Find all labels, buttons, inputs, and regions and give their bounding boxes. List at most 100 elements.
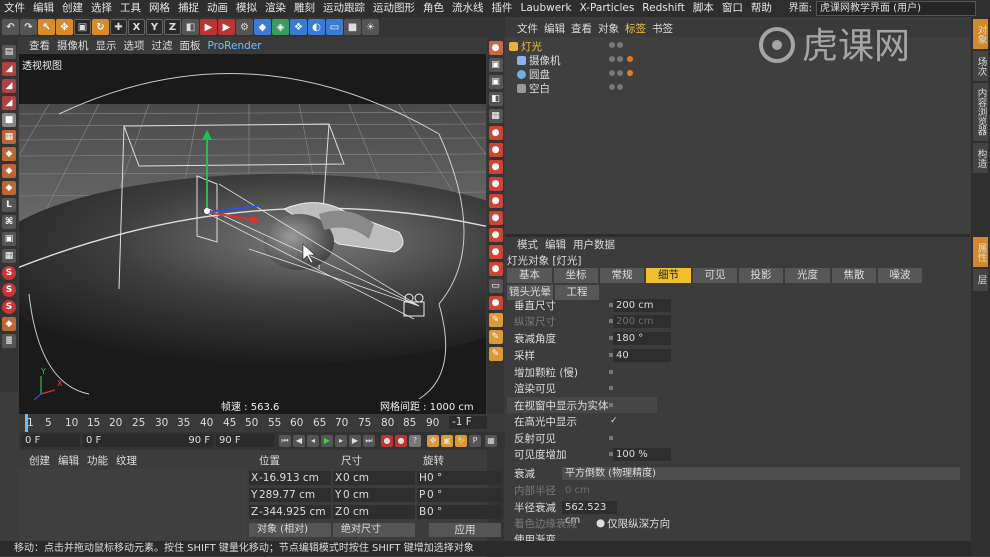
menu-mograph[interactable]: 运动图形 xyxy=(369,0,419,17)
next-key-icon[interactable]: ▶ xyxy=(349,435,361,447)
tab-caustics[interactable]: 焦散 xyxy=(832,268,876,283)
tool-a-icon[interactable]: ● xyxy=(488,41,503,55)
menu-snap[interactable]: 捕捉 xyxy=(174,0,203,17)
material-tag-icon[interactable] xyxy=(627,70,633,76)
tab-details[interactable]: 细节 xyxy=(646,268,691,283)
rot-h-field[interactable]: H0 ° xyxy=(417,471,502,485)
om-menu-edit[interactable]: 编辑 xyxy=(544,21,565,36)
pos-y-field[interactable]: Y 289.77 cm xyxy=(249,488,331,502)
tool-c-icon[interactable]: ▣ xyxy=(488,75,503,89)
om-menu-file[interactable]: 文件 xyxy=(517,21,538,36)
render-view-icon[interactable]: ▶ xyxy=(218,19,235,35)
mat-menu-edit[interactable]: 编辑 xyxy=(58,453,79,468)
object-flags[interactable] xyxy=(609,70,627,78)
object-flags[interactable] xyxy=(609,42,627,50)
tool-s-icon[interactable]: ✎ xyxy=(488,347,503,361)
size-z-field[interactable]: Z0 cm xyxy=(333,505,415,519)
coordinate-system-icon[interactable]: ◧ xyxy=(182,19,199,35)
scale-icon[interactable]: ▣ xyxy=(74,19,91,35)
om-menu-tags[interactable]: 标签 xyxy=(625,21,646,36)
workplane-icon[interactable]: ◢ xyxy=(2,96,16,110)
coord-mode-dropdown[interactable]: 对象 (相对) xyxy=(249,523,331,537)
menu-tools[interactable]: 工具 xyxy=(116,0,145,17)
model-mode-icon[interactable]: ◢ xyxy=(2,62,16,76)
menu-redshift[interactable]: Redshift xyxy=(638,0,689,17)
polygons-mode-icon[interactable]: ◆ xyxy=(2,147,16,161)
undo-icon[interactable]: ↶ xyxy=(2,19,19,35)
camera-icon[interactable]: ■ xyxy=(344,19,361,35)
side-tab-structure[interactable]: 构造 xyxy=(973,143,988,173)
axis-y-button[interactable]: Y xyxy=(146,19,163,35)
axis-x-button[interactable]: X xyxy=(128,19,145,35)
enable-axis-icon[interactable]: L xyxy=(2,198,16,212)
samples-field[interactable]: 40 xyxy=(613,348,671,362)
perspective-viewport[interactable]: 透视视图 Y X 帧速 : 563.6 网格间距 : 1000 cm xyxy=(19,54,486,414)
apply-button[interactable]: 应用 xyxy=(429,523,501,537)
prev-frame-icon[interactable]: ◂ xyxy=(307,435,319,447)
menu-edit[interactable]: 编辑 xyxy=(29,0,58,17)
keyframe-sel-icon[interactable]: ? xyxy=(409,435,421,447)
next-frame-icon[interactable]: ▸ xyxy=(335,435,347,447)
menu-sculpt[interactable]: 雕刻 xyxy=(290,0,319,17)
script-s2-icon[interactable]: S xyxy=(2,283,16,297)
radius-field[interactable]: 562.523 cm xyxy=(562,500,617,526)
menu-motion-tracking[interactable]: 运动跟踪 xyxy=(319,0,369,17)
viewport-menu-options[interactable]: 选项 xyxy=(124,38,145,53)
om-menu-view[interactable]: 查看 xyxy=(571,21,592,36)
tool-o-icon[interactable]: ▭ xyxy=(488,279,503,293)
pos-x-field[interactable]: X -16.913 cm xyxy=(249,471,331,485)
points-mode-icon[interactable]: ■ xyxy=(2,113,16,127)
rot-p-field[interactable]: P0 ° xyxy=(417,488,502,502)
om-menu-objects[interactable]: 对象 xyxy=(598,21,619,36)
stack-icon[interactable]: ≣ xyxy=(2,334,16,348)
timeline-ruler[interactable]: 1 5 10 15 20 25 30 35 40 45 50 55 60 65 … xyxy=(19,414,505,432)
show-in-render-checkbox[interactable] xyxy=(609,386,613,390)
tweak-icon[interactable]: ◆ xyxy=(2,317,16,331)
tool-r-icon[interactable]: ✎ xyxy=(488,330,503,344)
tab-visibility[interactable]: 可见 xyxy=(693,268,737,283)
axis-z-button[interactable]: Z xyxy=(164,19,181,35)
menu-create[interactable]: 创建 xyxy=(58,0,87,17)
cloner-icon[interactable]: ❖ xyxy=(290,19,307,35)
size-x-field[interactable]: X0 cm xyxy=(333,471,415,485)
tab-coord[interactable]: 坐标 xyxy=(554,268,598,283)
record-icon[interactable]: ● xyxy=(381,435,393,447)
height-field[interactable]: 200 cm xyxy=(613,298,671,312)
redo-icon[interactable]: ↷ xyxy=(20,19,37,35)
move-icon[interactable]: ✥ xyxy=(56,19,73,35)
tool-k-icon[interactable]: ● xyxy=(488,211,503,225)
tab-basic[interactable]: 基本 xyxy=(507,268,552,283)
viewport-menu-prorender[interactable]: ProRender xyxy=(208,40,262,52)
falloff-dropdown[interactable]: 平方倒数 (物理精度) xyxy=(562,466,960,480)
menu-simulate[interactable]: 模拟 xyxy=(232,0,261,17)
current-frame-slider[interactable]: 0 F 90 F xyxy=(83,434,213,447)
menu-file[interactable]: 文件 xyxy=(0,0,29,17)
tab-shadow[interactable]: 投影 xyxy=(739,268,783,283)
menu-window[interactable]: 窗口 xyxy=(718,0,747,17)
frame-end-readout[interactable]: -1 F xyxy=(449,416,487,429)
menu-script[interactable]: 脚本 xyxy=(689,0,718,17)
viewport-menu-panel[interactable]: 面板 xyxy=(180,38,201,53)
tab-photometric[interactable]: 光度 xyxy=(785,268,830,283)
object-flags[interactable] xyxy=(609,84,627,92)
live-select-icon[interactable]: ↖ xyxy=(38,19,55,35)
render-settings-icon[interactable]: ⚙ xyxy=(236,19,253,35)
tool-q-icon[interactable]: ✎ xyxy=(488,313,503,327)
deformer-icon[interactable]: ◐ xyxy=(308,19,325,35)
tool-j-icon[interactable]: ● xyxy=(488,194,503,208)
tool-p-icon[interactable]: ● xyxy=(488,296,503,310)
edges-mode-icon[interactable]: ▦ xyxy=(2,130,16,144)
recent-tool-icon[interactable]: ✚ xyxy=(110,19,127,35)
tab-general[interactable]: 常规 xyxy=(600,268,644,283)
am-menu-userdata[interactable]: 用户数据 xyxy=(573,237,615,252)
rot-b-field[interactable]: B0 ° xyxy=(417,505,502,519)
menu-mesh[interactable]: 网格 xyxy=(145,0,174,17)
mat-menu-function[interactable]: 功能 xyxy=(87,453,108,468)
tool-m-icon[interactable]: ● xyxy=(488,245,503,259)
snap-icon[interactable]: ⌘ xyxy=(2,215,16,229)
side-tab-layers[interactable]: 层 xyxy=(973,269,988,291)
tool-h-icon[interactable]: ● xyxy=(488,160,503,174)
add-grain-checkbox[interactable] xyxy=(609,370,613,374)
tool-l-icon[interactable]: ● xyxy=(488,228,503,242)
menu-animate[interactable]: 动画 xyxy=(203,0,232,17)
